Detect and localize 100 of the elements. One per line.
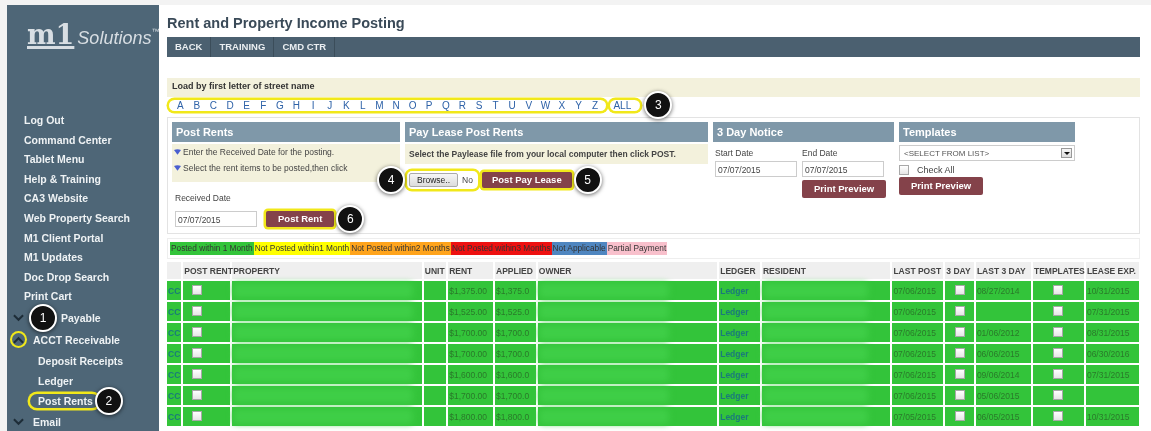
- column-header: 3 DAY: [945, 262, 974, 279]
- sidebar-group-item[interactable]: Email: [33, 415, 61, 428]
- date-field[interactable]: 07/07/2015: [715, 161, 797, 177]
- browse-button[interactable]: Browse..: [409, 173, 459, 187]
- column-header: RENT: [448, 262, 493, 279]
- checkbox[interactable]: [1053, 305, 1064, 316]
- checkbox[interactable]: [192, 410, 203, 421]
- sidebar-link[interactable]: Help & Training: [7, 169, 101, 190]
- checkbox[interactable]: [954, 326, 965, 337]
- table-cell-text: $1,375.0: [495, 284, 531, 298]
- checkbox[interactable]: [192, 305, 203, 316]
- legend-tag: Not Posted within3 Months: [450, 242, 552, 255]
- sidebar-link[interactable]: Web Property Search: [7, 208, 130, 229]
- print-preview-button[interactable]: Print Preview: [899, 177, 984, 195]
- bullet-icon: [174, 165, 181, 171]
- letter-link[interactable]: ALL: [610, 99, 641, 111]
- letter-link[interactable]: H: [288, 99, 305, 111]
- letter-link[interactable]: T: [487, 99, 504, 111]
- date-field[interactable]: 07/07/2015: [175, 211, 257, 227]
- letter-link[interactable]: D: [221, 99, 239, 111]
- letter-link[interactable]: Z: [586, 99, 604, 111]
- sidebar-link[interactable]: Doc Drop Search: [7, 267, 110, 288]
- checkbox[interactable]: [954, 284, 965, 295]
- sidebar-link[interactable]: Tablet Menu: [7, 150, 85, 170]
- column-header: LEASE EXP.: [1085, 262, 1139, 279]
- letter-link[interactable]: L: [354, 99, 372, 111]
- letter-link[interactable]: I: [304, 99, 322, 111]
- checkbox[interactable]: [192, 326, 203, 337]
- table-cell-text: 06/06/2015: [975, 347, 1021, 361]
- checkbox[interactable]: [1053, 410, 1064, 421]
- sidebar-group-item[interactable]: ACCT Receivable: [33, 333, 120, 346]
- table-cell-text: $1,525.0: [495, 305, 531, 319]
- checkbox[interactable]: [192, 389, 203, 400]
- checkbox[interactable]: [899, 165, 909, 175]
- post-pay-lease-button[interactable]: Post Pay Lease: [481, 172, 572, 188]
- letter-link[interactable]: N: [387, 99, 405, 111]
- chevron-down-icon[interactable]: [13, 313, 24, 322]
- table-cell-text: $1,700.00: [448, 389, 488, 403]
- checkbox[interactable]: [1053, 284, 1064, 295]
- checkbox[interactable]: [192, 284, 203, 295]
- chevron-down-icon[interactable]: [13, 417, 24, 426]
- column-header: LAST POST: [892, 262, 944, 279]
- checkbox[interactable]: [192, 347, 203, 358]
- letter-link[interactable]: A: [172, 99, 189, 111]
- chevron-up-icon[interactable]: [13, 335, 24, 344]
- letter-link[interactable]: J: [321, 99, 338, 111]
- checkbox[interactable]: [954, 410, 965, 421]
- table-cell-text: $1,700.0: [495, 326, 531, 340]
- nav-button[interactable]: BACK: [167, 37, 212, 57]
- letter-link[interactable]: S: [470, 99, 488, 111]
- table-cell-text: $1,700.0: [495, 347, 531, 361]
- checkbox[interactable]: [954, 347, 965, 358]
- field-label: End Date: [802, 148, 839, 158]
- page-title: Rent and Property Income Posting: [167, 15, 406, 33]
- file-picker[interactable]: Browse.. No: [407, 171, 478, 189]
- sidebar-link[interactable]: CA3 Website: [7, 189, 88, 209]
- column-header: OWNER: [537, 262, 718, 279]
- letter-link[interactable]: O: [404, 99, 421, 111]
- sidebar-subitem[interactable]: Ledger: [30, 373, 79, 388]
- checkbox[interactable]: [1053, 389, 1064, 400]
- letter-link[interactable]: C: [205, 99, 222, 111]
- checkbox[interactable]: [1053, 368, 1064, 379]
- letter-link[interactable]: M: [371, 99, 388, 111]
- letter-link[interactable]: Q: [437, 99, 455, 111]
- letter-link[interactable]: F: [254, 99, 272, 111]
- table-cell-text: $1,700.00: [448, 326, 488, 340]
- date-field[interactable]: 07/07/2015: [802, 161, 884, 177]
- nav-button[interactable]: TRAINING: [211, 37, 275, 57]
- letter-link[interactable]: E: [238, 99, 255, 111]
- letter-link[interactable]: U: [503, 99, 521, 111]
- table-cell-text: $1,700.00: [448, 347, 488, 361]
- letter-link[interactable]: X: [553, 99, 571, 111]
- checkbox[interactable]: [954, 389, 965, 400]
- sidebar-group-item[interactable]: Payable: [61, 311, 101, 324]
- sidebar-link[interactable]: M1 Client Portal: [7, 228, 104, 249]
- sidebar-link[interactable]: Command Center: [7, 130, 112, 151]
- letter-link[interactable]: R: [454, 99, 471, 111]
- sidebar-link[interactable]: M1 Updates: [7, 248, 83, 268]
- checkbox[interactable]: [1053, 326, 1064, 337]
- checkbox[interactable]: [954, 368, 965, 379]
- letter-link[interactable]: B: [188, 99, 206, 111]
- field-label: Start Date: [715, 148, 755, 158]
- template-dropdown[interactable]: <SELECT FROM LIST>: [899, 145, 1075, 161]
- column-header: RESIDENT: [761, 262, 891, 279]
- print-preview-button[interactable]: Print Preview: [802, 180, 887, 198]
- letter-link[interactable]: W: [537, 99, 554, 111]
- letter-link[interactable]: K: [337, 99, 355, 111]
- sidebar-link[interactable]: Log Out: [7, 111, 65, 131]
- letter-link[interactable]: G: [271, 99, 289, 111]
- checkbox[interactable]: [192, 368, 203, 379]
- letter-link[interactable]: P: [420, 99, 438, 111]
- checkbox[interactable]: [954, 305, 965, 316]
- table-cell-text: $1,800.0: [495, 410, 531, 424]
- checkbox[interactable]: [1053, 347, 1064, 358]
- nav-button[interactable]: CMD CTR: [274, 37, 336, 57]
- letter-link[interactable]: Y: [570, 99, 587, 111]
- column-header: LAST 3 DAY: [975, 262, 1031, 279]
- post-rent-button[interactable]: Post Rent: [266, 211, 335, 227]
- sidebar-subitem[interactable]: Deposit Receipts: [30, 353, 130, 368]
- letter-link[interactable]: V: [520, 99, 538, 111]
